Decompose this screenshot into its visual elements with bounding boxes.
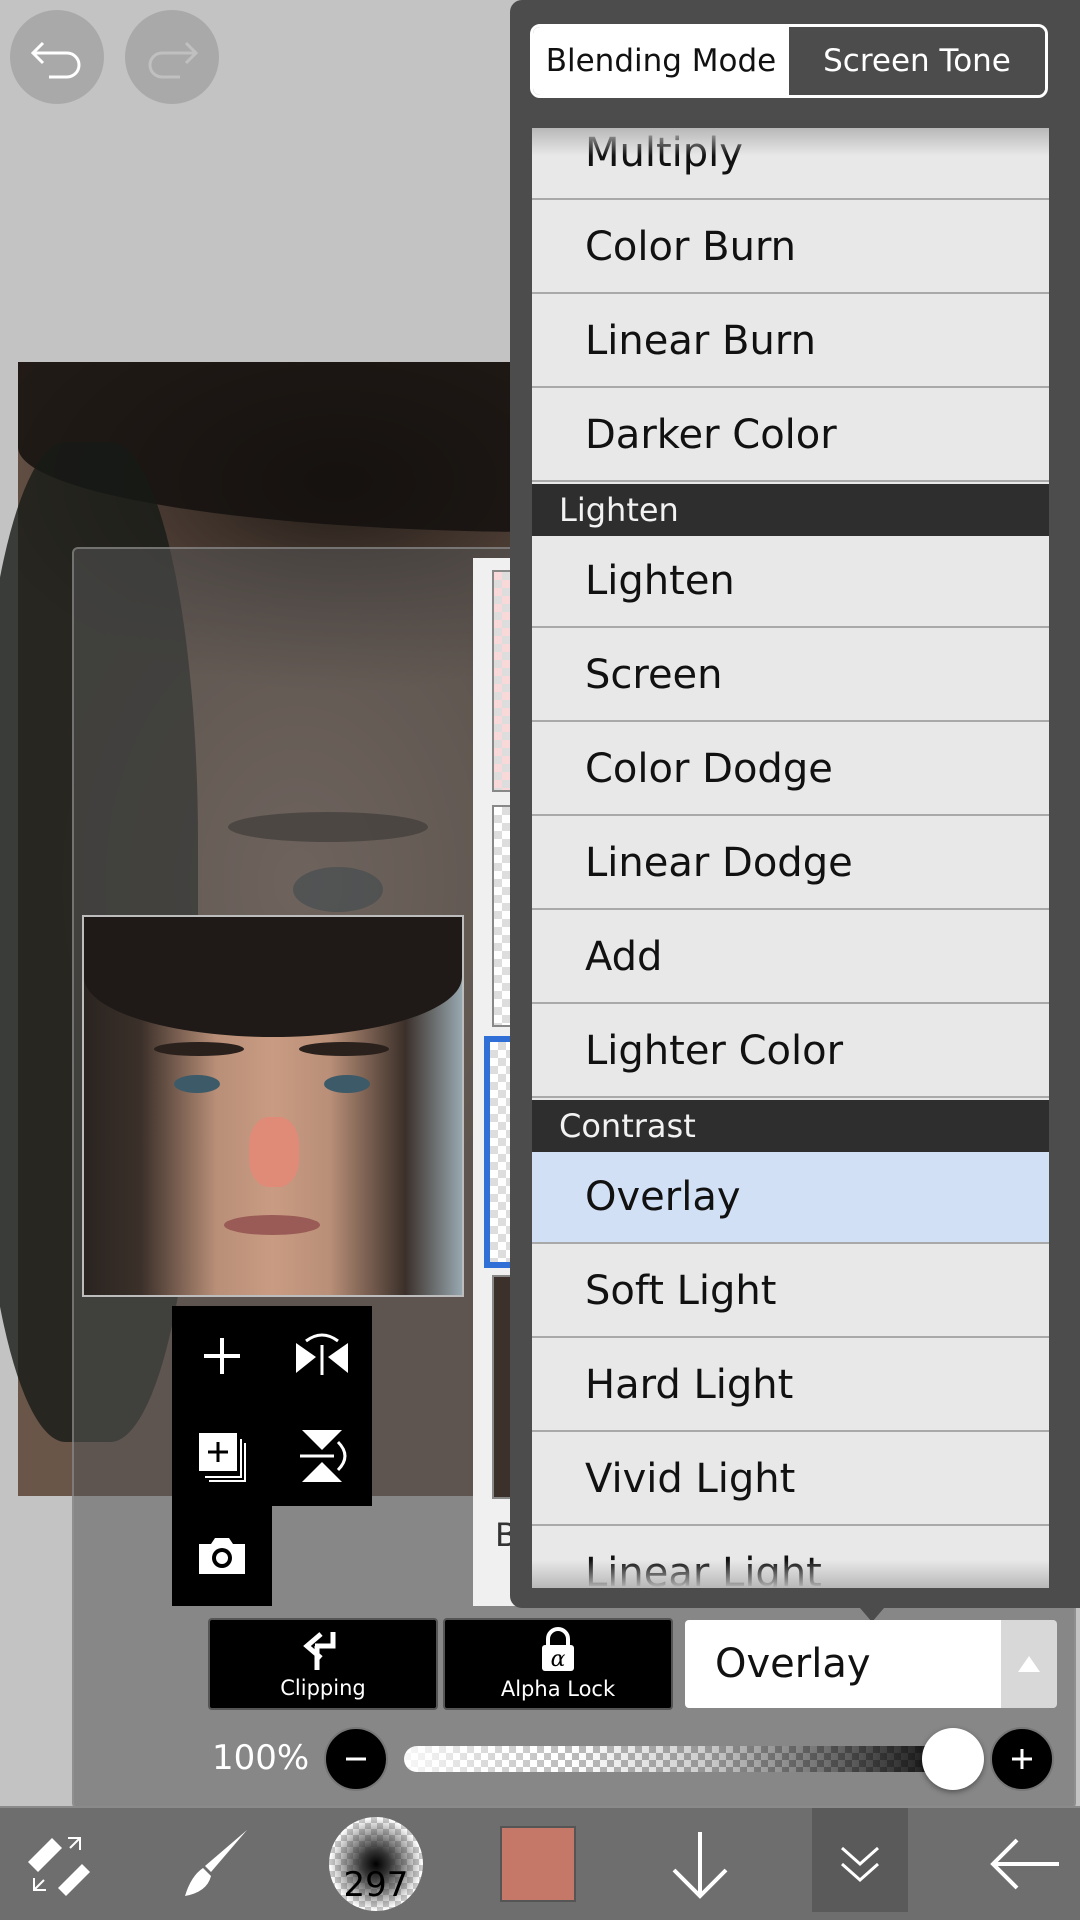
plus-icon bbox=[1012, 1749, 1032, 1769]
opacity-slider[interactable] bbox=[404, 1746, 954, 1772]
transform-tool-button[interactable] bbox=[18, 1822, 98, 1906]
blend-mode-list[interactable]: MultiplyColor BurnLinear BurnDarker Colo… bbox=[532, 128, 1049, 1588]
camera-button[interactable] bbox=[172, 1506, 272, 1606]
alpha-lock-label: Alpha Lock bbox=[500, 1677, 616, 1701]
back-arrow-icon bbox=[990, 1838, 1059, 1890]
blend-mode-soft-light[interactable]: Soft Light bbox=[532, 1246, 1049, 1338]
copy-layer-icon bbox=[199, 1433, 246, 1482]
blend-mode-lighter-color[interactable]: Lighter Color bbox=[532, 1006, 1049, 1098]
blend-mode-darker-color[interactable]: Darker Color bbox=[532, 390, 1049, 482]
clipping-icon bbox=[303, 1632, 336, 1670]
blend-mode-hard-light[interactable]: Hard Light bbox=[532, 1340, 1049, 1432]
camera-icon bbox=[199, 1538, 245, 1574]
redo-button[interactable] bbox=[125, 10, 219, 104]
undo-button[interactable] bbox=[10, 10, 104, 104]
collapse-panel-button[interactable] bbox=[812, 1808, 908, 1912]
alpha-lock-button[interactable]: α Alpha Lock bbox=[443, 1618, 673, 1710]
triangle-up-icon bbox=[1018, 1656, 1040, 1672]
flip-vertical-icon bbox=[300, 1430, 347, 1482]
color-swatch bbox=[500, 1826, 576, 1902]
svg-text:α: α bbox=[551, 1647, 566, 1672]
blend-mode-select[interactable]: Overlay bbox=[685, 1620, 1001, 1708]
opacity-decrease-button[interactable] bbox=[324, 1727, 388, 1791]
transform-icon bbox=[28, 1837, 90, 1896]
mode-segmented-control: Blending Mode Screen Tone bbox=[530, 24, 1048, 98]
brush-size-icon: 297 bbox=[329, 1817, 423, 1911]
reference-photo bbox=[82, 915, 464, 1297]
blend-mode-add[interactable]: Add bbox=[532, 912, 1049, 1004]
clipping-button[interactable]: Clipping bbox=[208, 1618, 438, 1710]
opacity-increase-button[interactable] bbox=[990, 1727, 1054, 1791]
brush-tool-button[interactable] bbox=[175, 1822, 255, 1906]
flip-horizontal-button[interactable] bbox=[272, 1306, 372, 1406]
lock-icon: α bbox=[542, 1627, 574, 1672]
flip-vertical-button[interactable] bbox=[272, 1406, 372, 1506]
brush-icon bbox=[185, 1830, 247, 1896]
tab-screen-tone[interactable]: Screen Tone bbox=[789, 27, 1045, 95]
blend-mode-screen[interactable]: Screen bbox=[532, 630, 1049, 722]
list-fade-bottom bbox=[532, 1560, 1049, 1588]
arrow-down-icon bbox=[672, 1832, 728, 1899]
tab-blending-mode[interactable]: Blending Mode bbox=[533, 27, 789, 95]
opacity-value: 100% bbox=[212, 1738, 310, 1778]
back-button[interactable] bbox=[980, 1822, 1070, 1906]
section-header-lighten: Lighten bbox=[532, 484, 1049, 536]
opacity-slider-thumb[interactable] bbox=[922, 1728, 984, 1790]
brush-size-value: 297 bbox=[343, 1865, 409, 1905]
add-layer-button[interactable] bbox=[172, 1306, 272, 1406]
brush-size-button[interactable]: 297 bbox=[328, 1817, 424, 1911]
layer-down-button[interactable] bbox=[660, 1822, 740, 1906]
flip-horizontal-icon bbox=[296, 1333, 348, 1375]
blend-mode-toggle[interactable] bbox=[1001, 1620, 1057, 1708]
blend-mode-lighten[interactable]: Lighten bbox=[532, 536, 1049, 628]
blend-mode-vivid-light[interactable]: Vivid Light bbox=[532, 1434, 1049, 1526]
section-header-contrast: Contrast bbox=[532, 1100, 1049, 1152]
blend-mode-color-burn[interactable]: Color Burn bbox=[532, 202, 1049, 294]
clipping-label: Clipping bbox=[280, 1676, 366, 1700]
collapse-icon bbox=[841, 1846, 879, 1883]
blend-mode-color-dodge[interactable]: Color Dodge bbox=[532, 724, 1049, 816]
undo-icon bbox=[30, 41, 81, 79]
add-layer-icon bbox=[204, 1338, 240, 1374]
minus-icon bbox=[346, 1757, 366, 1761]
redo-icon bbox=[148, 41, 199, 79]
list-fade-top bbox=[532, 128, 1049, 156]
blend-mode-linear-dodge[interactable]: Linear Dodge bbox=[532, 818, 1049, 910]
blend-mode-linear-burn[interactable]: Linear Burn bbox=[532, 296, 1049, 388]
copy-layer-button[interactable] bbox=[172, 1406, 272, 1506]
color-picker-button[interactable] bbox=[500, 1822, 576, 1906]
blend-mode-overlay[interactable]: Overlay bbox=[532, 1152, 1049, 1244]
